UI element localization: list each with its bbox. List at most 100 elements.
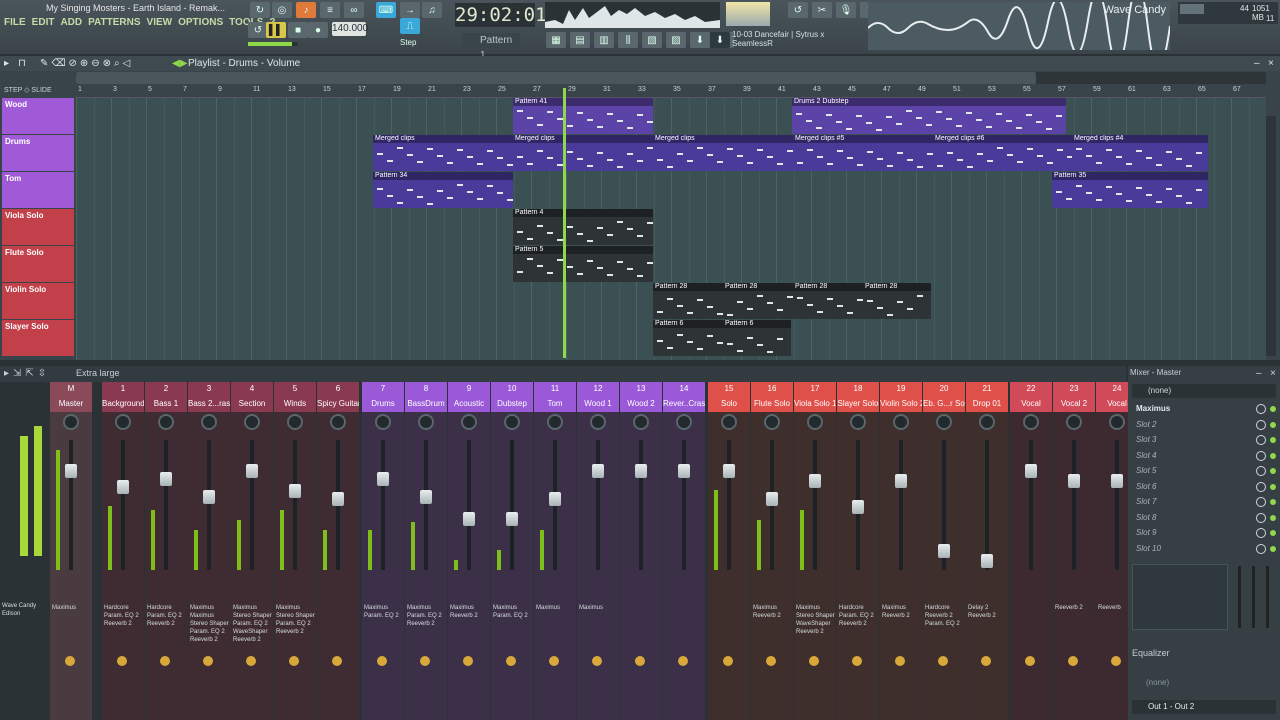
plugin-picker-icon[interactable]: ▧ (642, 32, 662, 48)
send-knob-icon[interactable] (678, 656, 688, 666)
horizontal-scrollbar[interactable] (76, 72, 1266, 84)
pan-knob[interactable] (721, 414, 737, 430)
online-news-icon[interactable]: ⬇ (710, 32, 730, 48)
slot-mix-knob-icon[interactable] (1256, 543, 1266, 554)
blend-notes-icon[interactable]: ♫ (422, 2, 442, 18)
pan-knob[interactable] (893, 414, 909, 430)
song-position-display[interactable]: 29:02:01 (455, 3, 547, 27)
volume-fader[interactable] (635, 464, 647, 478)
fx-slot[interactable]: Slot 9 (1136, 528, 1156, 537)
tool-icons[interactable]: ✎⌫⊘⊕⊖⊗⌕◁ (40, 56, 133, 71)
playlist-clip[interactable]: Pattern 28 (863, 283, 931, 319)
slot-mix-knob-icon[interactable] (1256, 466, 1266, 476)
slot-enable-led[interactable] (1270, 406, 1276, 412)
volume-fader[interactable] (1025, 464, 1037, 478)
send-knob-icon[interactable] (592, 656, 602, 666)
send-knob-icon[interactable] (289, 656, 299, 666)
slot-enable-led[interactable] (1270, 499, 1276, 505)
volume-fader[interactable] (332, 492, 344, 506)
volume-fader[interactable] (981, 554, 993, 568)
output-selector[interactable]: Out 1 - Out 2 (1132, 700, 1276, 714)
volume-fader[interactable] (895, 474, 907, 488)
strip-label[interactable]: Flute Solo (751, 396, 793, 412)
track-header-flute-solo[interactable]: Flute Solo (2, 246, 74, 282)
track-header-wood[interactable]: Wood (2, 98, 74, 134)
slot-enable-led[interactable] (1270, 421, 1276, 428)
pan-knob[interactable] (936, 414, 952, 430)
fx-slot[interactable]: Slot 3 (1136, 435, 1156, 444)
mixer-strip[interactable]: 16 Flute Solo Maximus Reeverb 2 (751, 382, 793, 720)
fx-slot[interactable]: Slot 4 (1136, 451, 1156, 460)
strip-label[interactable]: Winds (274, 396, 316, 412)
send-knob-icon[interactable] (246, 656, 256, 666)
pan-knob[interactable] (418, 414, 434, 430)
strip-label[interactable]: Drums (362, 396, 404, 412)
playlist-clip[interactable]: Pattern 6 (723, 320, 791, 356)
cut-icon[interactable]: ✂ (812, 2, 832, 18)
browser-icon[interactable]: ▨ (666, 32, 686, 48)
mixer-strip[interactable]: 22 Vocal (1010, 382, 1052, 720)
volume-fader[interactable] (117, 480, 129, 494)
strip-label[interactable]: Drop 01 (966, 396, 1008, 412)
pan-knob[interactable] (979, 414, 995, 430)
countdown-icon[interactable]: ≡ (320, 2, 340, 18)
pan-knob[interactable] (201, 414, 217, 430)
scroll-thumb[interactable] (76, 72, 1036, 84)
pattern-selector[interactable]: Pattern 1 (462, 33, 520, 61)
strip-label[interactable]: Bass 1 (145, 396, 187, 412)
mixer-strip[interactable]: 17 Viola Solo 1 Maximus Stereo Shaper Wave… (794, 382, 836, 720)
strip-label[interactable]: Background (102, 396, 144, 412)
mixer-strip[interactable]: 20 Eb. G...r Solo Hardcore Reeverb 2 Param… (923, 382, 965, 720)
slot-mix-knob-icon[interactable] (1256, 404, 1266, 414)
undo-icon[interactable]: ↺ (788, 2, 808, 18)
strip-label[interactable]: Rever..Crash (663, 396, 705, 412)
volume-fader[interactable] (766, 492, 778, 506)
piano-roll-icon[interactable]: ▤ (570, 32, 590, 48)
send-knob-icon[interactable] (117, 656, 127, 666)
pan-knob[interactable] (1109, 414, 1125, 430)
pat-song-toggle-icon[interactable]: ↻ (250, 2, 270, 18)
mixer-icon[interactable]: ⫼ (618, 32, 638, 48)
strip-label[interactable]: Violin Solo 2 (880, 396, 922, 412)
send-knob-icon[interactable] (377, 656, 387, 666)
send-knob-icon[interactable] (463, 656, 473, 666)
mixer-strip[interactable]: 4 Section Maximus Stereo Shaper Param. EQ … (231, 382, 273, 720)
magnet-icon[interactable]: ⊓ (18, 56, 26, 71)
pan-knob[interactable] (764, 414, 780, 430)
strip-label[interactable]: Slayer Solo (837, 396, 879, 412)
fx-slot[interactable]: Slot 5 (1136, 466, 1156, 475)
fx-slot[interactable]: Slot 6 (1136, 482, 1156, 491)
volume-fader[interactable] (377, 472, 389, 486)
playlist-clip[interactable]: Merged clips #6 (933, 135, 1073, 171)
pan-knob[interactable] (807, 414, 823, 430)
playlist-clip[interactable]: Pattern 5 (513, 246, 653, 282)
fx-slot[interactable]: Slot 7 (1136, 497, 1156, 506)
mic-icon[interactable]: 🎙 (836, 2, 856, 18)
volume-fader[interactable] (938, 544, 950, 558)
pan-knob[interactable] (158, 414, 174, 430)
mixer-strip[interactable]: 19 Violin Solo 2 Maximus Reeverb 2 (880, 382, 922, 720)
input-selector[interactable]: (none) (1132, 384, 1276, 398)
pan-knob[interactable] (63, 414, 79, 430)
mixer-strip[interactable]: 13 Wood 2 (620, 382, 662, 720)
slot-mix-knob-icon[interactable] (1256, 481, 1266, 492)
playlist-clip[interactable]: Pattern 28 (653, 283, 723, 319)
send-knob-icon[interactable] (160, 656, 170, 666)
track-header-viola-solo[interactable]: Viola Solo (2, 209, 74, 245)
send-knob-icon[interactable] (332, 656, 342, 666)
mixer-strip[interactable]: 11 Tom Maximus (534, 382, 576, 720)
pan-knob[interactable] (1023, 414, 1039, 430)
menu-options[interactable]: OPTIONS (178, 17, 223, 28)
mixer-strip[interactable]: 15 Solo (708, 382, 750, 720)
menu-add[interactable]: ADD (60, 17, 82, 28)
playlist-clip[interactable]: Pattern 6 (653, 320, 723, 356)
send-knob-icon[interactable] (635, 656, 645, 666)
strip-label[interactable]: Viola Solo 1 (794, 396, 836, 412)
slot-enable-led[interactable] (1270, 452, 1276, 459)
fx-slot[interactable]: Slot 2 (1136, 420, 1156, 429)
track-header-drums[interactable]: Drums (2, 135, 74, 171)
timeline-ruler[interactable]: 1 3 5 7 9 11 13 15 17 19 21 23 25 27 29 31 33 35 37 39 41 43 4… (76, 86, 1266, 98)
pan-knob[interactable] (115, 414, 131, 430)
strip-label[interactable]: Section (231, 396, 273, 412)
send-knob-icon[interactable] (1068, 656, 1078, 666)
